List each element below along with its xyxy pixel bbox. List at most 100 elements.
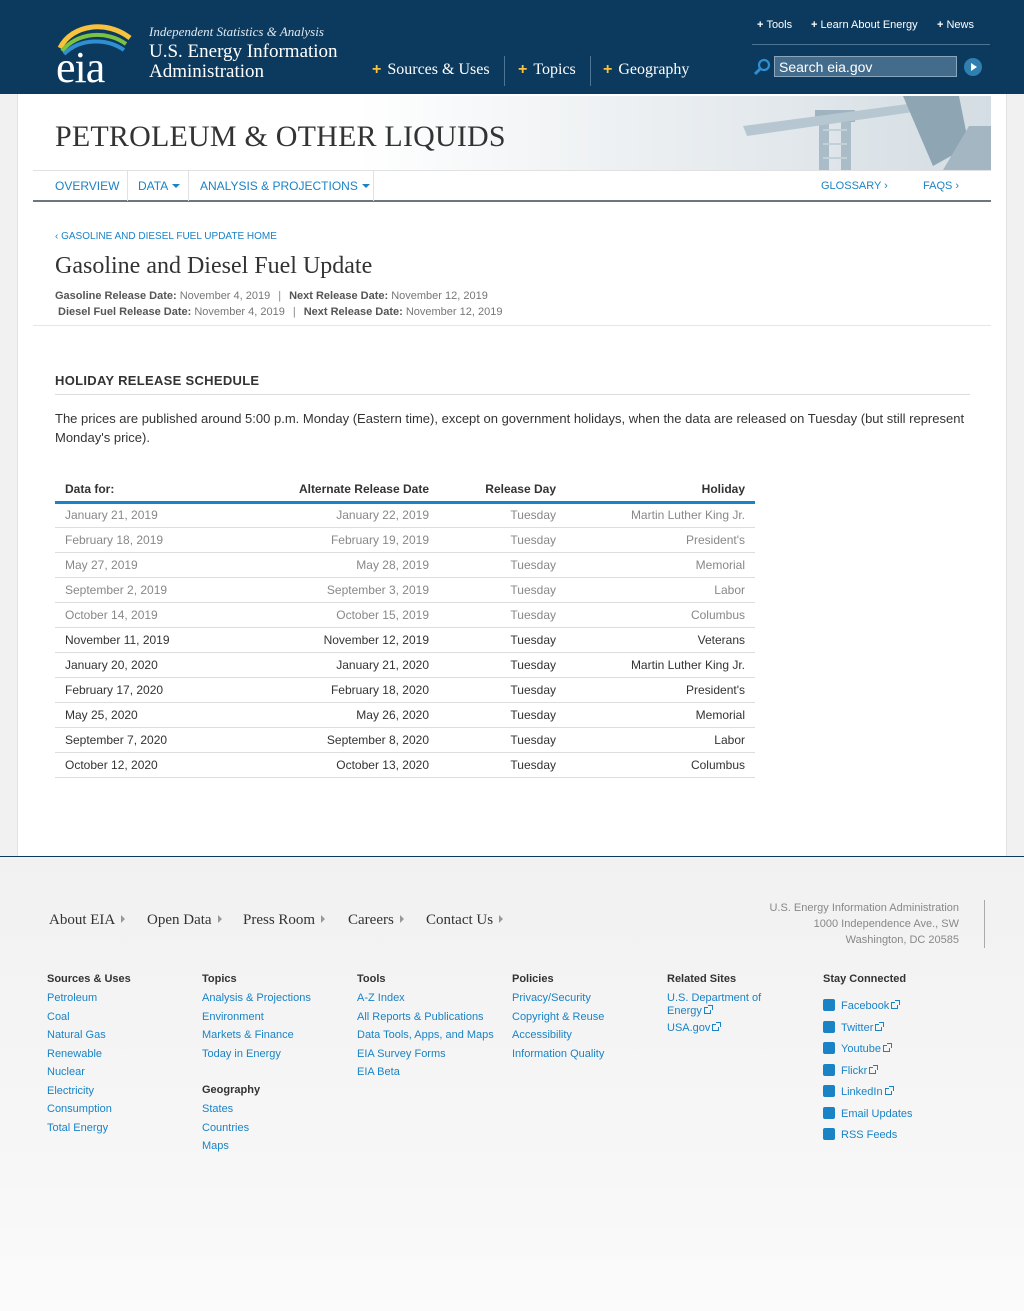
plus-icon: + bbox=[937, 19, 944, 31]
footer-link-renewable[interactable]: Renewable bbox=[47, 1048, 102, 1061]
arrow-right-icon bbox=[399, 915, 404, 923]
subnav-data[interactable]: DATA bbox=[138, 179, 181, 193]
footer-nav-press-room[interactable]: Press Room bbox=[243, 912, 326, 929]
nav-geography[interactable]: + Geography bbox=[603, 61, 689, 79]
alternate-date-cell: January 21, 2020 bbox=[245, 652, 439, 678]
org-name[interactable]: U.S. Energy Information Administration bbox=[149, 42, 359, 82]
footer-link-maps[interactable]: Maps bbox=[202, 1140, 229, 1153]
footer-nav-about-eia[interactable]: About EIA bbox=[49, 912, 126, 929]
alternate-date-cell: May 28, 2019 bbox=[245, 552, 439, 578]
footer-link-consumption[interactable]: Consumption bbox=[47, 1103, 112, 1116]
footer-link-linkedin[interactable]: LinkedIn bbox=[823, 1085, 894, 1099]
release-day-cell: Tuesday bbox=[439, 627, 566, 653]
search-input[interactable] bbox=[774, 56, 957, 77]
footer-link-copyright-reuse[interactable]: Copyright & Reuse bbox=[512, 1011, 604, 1024]
util-learn-about-energy[interactable]: + Learn About Energy bbox=[811, 19, 918, 31]
plus-icon: + bbox=[603, 61, 613, 78]
data-for-cell: October 14, 2019 bbox=[55, 602, 245, 628]
footer-link-eia-survey-forms[interactable]: EIA Survey Forms bbox=[357, 1048, 446, 1061]
column-header: Alternate Release Date bbox=[245, 477, 439, 504]
util-news[interactable]: + News bbox=[937, 19, 974, 31]
plus-icon: + bbox=[518, 61, 528, 78]
nav-sources-uses[interactable]: + Sources & Uses bbox=[372, 61, 490, 79]
subnav-glossary[interactable]: GLOSSARY › bbox=[821, 180, 888, 192]
linkedin-icon bbox=[823, 1085, 835, 1097]
footer-link-all-reports-publications[interactable]: All Reports & Publications bbox=[357, 1011, 484, 1024]
gasoline-release-info: Gasoline Release Date: November 4, 2019 |… bbox=[55, 290, 488, 302]
release-day-cell: Tuesday bbox=[439, 502, 566, 528]
alternate-date-cell: September 3, 2019 bbox=[245, 577, 439, 603]
footer-link-states[interactable]: States bbox=[202, 1103, 233, 1116]
subnav-overview[interactable]: OVERVIEW bbox=[55, 179, 119, 193]
tagline: Independent Statistics & Analysis bbox=[149, 24, 324, 39]
search-submit-button[interactable] bbox=[964, 58, 982, 76]
footer-link-youtube[interactable]: Youtube bbox=[823, 1042, 892, 1056]
youtube-icon bbox=[823, 1042, 835, 1054]
alternate-date-cell: September 8, 2020 bbox=[245, 727, 439, 753]
data-for-cell: February 17, 2020 bbox=[55, 677, 245, 703]
footer-link-information-quality[interactable]: Information Quality bbox=[512, 1048, 604, 1061]
section-title: PETROLEUM & OTHER LIQUIDS bbox=[55, 120, 506, 153]
subnav-faqs[interactable]: FAQS › bbox=[923, 180, 959, 192]
table-row: September 2, 2019 September 3, 2019 Tuesda… bbox=[55, 577, 755, 603]
table-row: October 14, 2019 October 15, 2019 Tuesday C… bbox=[55, 602, 755, 628]
footer-link-rss-feeds[interactable]: RSS Feeds bbox=[823, 1128, 897, 1142]
external-link-icon bbox=[884, 1086, 894, 1095]
release-day-cell: Tuesday bbox=[439, 752, 566, 778]
footer-link-u-s-department-of-energy[interactable]: U.S. Department of Energy bbox=[667, 992, 777, 1018]
footer-link-flickr[interactable]: Flickr bbox=[823, 1063, 879, 1078]
data-for-cell: September 7, 2020 bbox=[55, 727, 245, 753]
holiday-cell: Veterans bbox=[566, 627, 755, 653]
footer-link-a-z-index[interactable]: A-Z Index bbox=[357, 992, 405, 1005]
release-day-cell: Tuesday bbox=[439, 602, 566, 628]
footer-link-data-tools-apps-and-maps[interactable]: Data Tools, Apps, and Maps bbox=[357, 1029, 494, 1042]
alternate-date-cell: February 18, 2020 bbox=[245, 677, 439, 703]
footer-nav-contact-us[interactable]: Contact Us bbox=[426, 912, 504, 929]
footer-nav-careers[interactable]: Careers bbox=[348, 912, 404, 929]
footer-link-environment[interactable]: Environment bbox=[202, 1011, 264, 1024]
footer-link-markets-finance[interactable]: Markets & Finance bbox=[202, 1029, 294, 1042]
footer-heading-tools: Tools bbox=[357, 973, 386, 985]
plus-icon: + bbox=[757, 19, 764, 31]
nav-topics[interactable]: + Topics bbox=[518, 61, 576, 79]
external-link-icon bbox=[712, 1022, 722, 1031]
holiday-cell: President's bbox=[566, 527, 755, 553]
util-tools[interactable]: + Tools bbox=[757, 19, 792, 31]
breadcrumb-link[interactable]: ‹ GASOLINE AND DIESEL FUEL UPDATE HOME bbox=[55, 231, 277, 242]
address-line: U.S. Energy Information Administration bbox=[769, 902, 959, 914]
footer-link-usa-gov[interactable]: USA.gov bbox=[667, 1022, 777, 1035]
footer-link-today-in-energy[interactable]: Today in Energy bbox=[202, 1048, 281, 1061]
data-for-cell: January 21, 2019 bbox=[55, 502, 245, 528]
release-day-cell: Tuesday bbox=[439, 677, 566, 703]
footer-link-eia-beta[interactable]: EIA Beta bbox=[357, 1066, 400, 1079]
data-for-cell: February 18, 2019 bbox=[55, 527, 245, 553]
diesel-release-info: Diesel Fuel Release Date: November 4, 20… bbox=[58, 306, 503, 318]
holiday-cell: Columbus bbox=[566, 602, 755, 628]
footer-link-twitter[interactable]: Twitter bbox=[823, 1020, 885, 1035]
footer-link-facebook[interactable]: Facebook bbox=[823, 999, 901, 1013]
footer-link-analysis-projections[interactable]: Analysis & Projections bbox=[202, 992, 311, 1005]
release-day-cell: Tuesday bbox=[439, 702, 566, 728]
footer-link-petroleum[interactable]: Petroleum bbox=[47, 992, 97, 1005]
footer-link-nuclear[interactable]: Nuclear bbox=[47, 1066, 85, 1079]
footer-link-total-energy[interactable]: Total Energy bbox=[47, 1122, 108, 1135]
footer-link-privacy-security[interactable]: Privacy/Security bbox=[512, 992, 591, 1005]
footer-nav-open-data[interactable]: Open Data bbox=[147, 912, 222, 929]
footer-link-coal[interactable]: Coal bbox=[47, 1011, 70, 1024]
alternate-date-cell: May 26, 2020 bbox=[245, 702, 439, 728]
arrow-right-icon bbox=[121, 915, 126, 923]
release-day-cell: Tuesday bbox=[439, 527, 566, 553]
footer-link-electricity[interactable]: Electricity bbox=[47, 1085, 94, 1098]
page-title: Gasoline and Diesel Fuel Update bbox=[55, 253, 373, 279]
alternate-date-cell: November 12, 2019 bbox=[245, 627, 439, 653]
caret-down-icon bbox=[361, 184, 370, 188]
subnav-analysis-projections[interactable]: ANALYSIS & PROJECTIONS bbox=[200, 179, 370, 193]
footer-link-accessibility[interactable]: Accessibility bbox=[512, 1029, 572, 1042]
table-row: February 18, 2019 February 19, 2019 Tuesda… bbox=[55, 527, 755, 553]
footer-link-countries[interactable]: Countries bbox=[202, 1122, 249, 1135]
footer-heading-social: Stay Connected bbox=[823, 973, 907, 985]
footer-link-email-updates[interactable]: Email Updates bbox=[823, 1106, 913, 1121]
footer-link-natural-gas[interactable]: Natural Gas bbox=[47, 1029, 106, 1042]
logo-wordmark[interactable]: eia bbox=[56, 42, 105, 93]
facebook-icon bbox=[823, 999, 835, 1011]
